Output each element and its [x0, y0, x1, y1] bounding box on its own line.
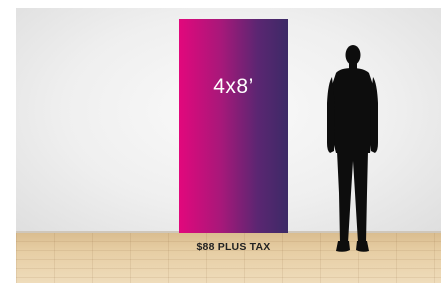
banner-stand: 4x8’ — [179, 19, 288, 233]
person-silhouette-icon — [327, 45, 378, 252]
banner-size-scene: 4x8’ $88 PLUS TAX — [0, 0, 441, 283]
price-label: $88 PLUS TAX — [196, 241, 271, 253]
banner-size-label: 4x8’ — [213, 75, 254, 98]
